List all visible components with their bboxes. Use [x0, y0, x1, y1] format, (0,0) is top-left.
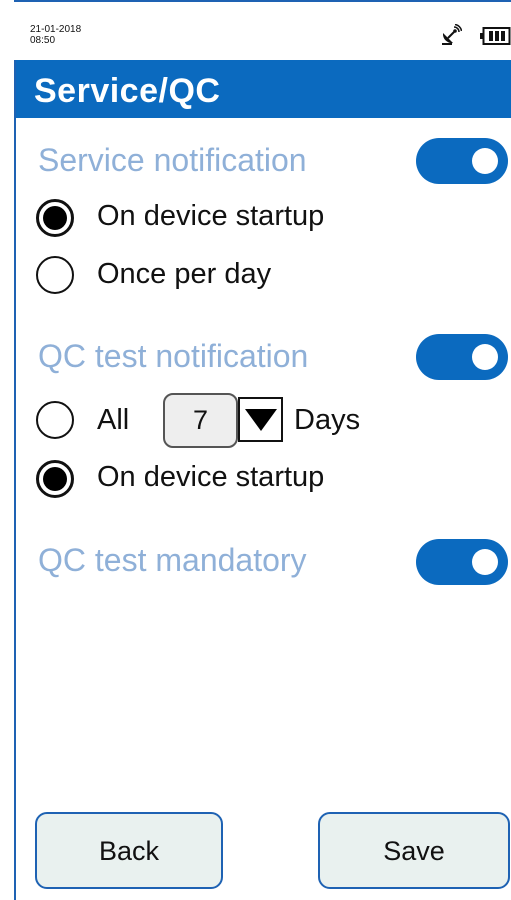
service-notification-toggle[interactable] — [416, 138, 508, 184]
satellite-icon — [442, 24, 462, 45]
toggle-knob — [472, 148, 498, 174]
radio-service-once-per-day[interactable] — [36, 256, 74, 294]
status-datetime: 21-01-2018 08:50 — [30, 24, 81, 46]
radio-dot — [43, 206, 67, 230]
radio-service-on-startup[interactable] — [36, 199, 74, 237]
toggle-knob — [472, 344, 498, 370]
qc-test-notification-toggle[interactable] — [416, 334, 508, 380]
qc-test-notification-label: QC test notification — [38, 338, 309, 374]
qc-all-label: All — [97, 404, 130, 436]
save-button[interactable]: Save — [318, 812, 510, 889]
qc-on-startup-label: On device startup — [97, 461, 325, 493]
status-time: 08:50 — [30, 35, 56, 46]
service-once-per-day-label: Once per day — [97, 258, 272, 290]
battery-icon — [480, 27, 511, 45]
days-dropdown-button[interactable] — [238, 397, 283, 442]
service-on-startup-label: On device startup — [97, 200, 325, 232]
radio-qc-all[interactable] — [36, 401, 74, 439]
screen-frame — [14, 0, 511, 900]
chevron-down-icon — [245, 409, 277, 431]
toggle-knob — [472, 549, 498, 575]
title-bar: Service/QC — [14, 60, 511, 118]
status-bar: 21-01-2018 08:50 — [14, 2, 511, 60]
radio-dot — [43, 467, 67, 491]
status-date: 21-01-2018 — [30, 24, 82, 35]
qc-test-mandatory-label: QC test mandatory — [38, 542, 307, 578]
qc-test-mandatory-toggle[interactable] — [416, 539, 508, 585]
service-notification-label: Service notification — [38, 142, 307, 178]
days-value-field[interactable]: 7 — [163, 393, 238, 448]
radio-qc-on-startup[interactable] — [36, 460, 74, 498]
back-button[interactable]: Back — [35, 812, 223, 889]
days-unit-label: Days — [294, 404, 361, 436]
page-title: Service/QC — [34, 72, 221, 110]
